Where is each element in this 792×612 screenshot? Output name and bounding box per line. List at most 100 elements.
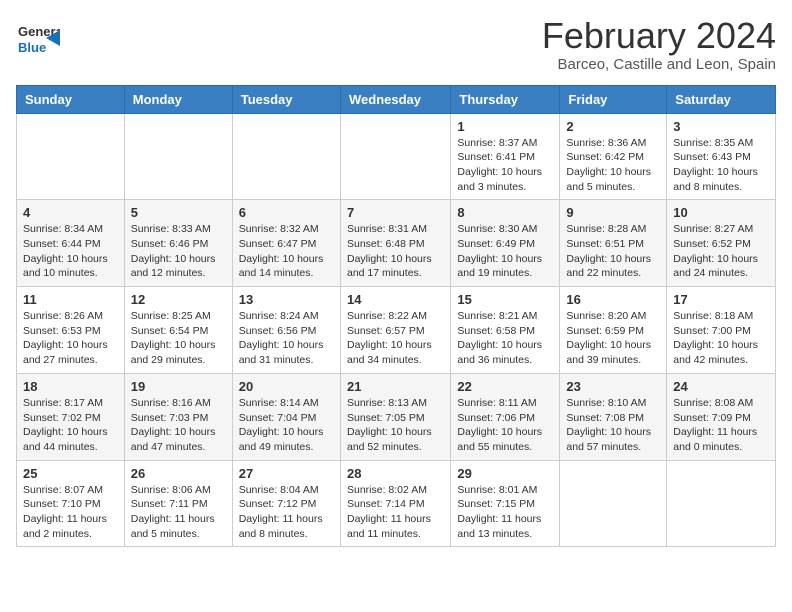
day-info: Sunrise: 8:02 AMSunset: 7:14 PMDaylight:…	[347, 483, 444, 542]
header-monday: Monday	[124, 85, 232, 113]
calendar-week-row: 25Sunrise: 8:07 AMSunset: 7:10 PMDayligh…	[17, 460, 776, 547]
day-info: Sunrise: 8:31 AMSunset: 6:48 PMDaylight:…	[347, 222, 444, 281]
header-wednesday: Wednesday	[340, 85, 450, 113]
calendar-cell	[232, 113, 340, 200]
day-number: 4	[23, 205, 118, 220]
calendar-week-row: 4 Sunrise: 8:34 AMSunset: 6:44 PMDaylight…	[17, 200, 776, 287]
svg-text:Blue: Blue	[18, 40, 46, 55]
day-number: 15	[457, 292, 553, 307]
calendar-subtitle: Barceo, Castille and Leon, Spain	[542, 56, 776, 73]
calendar-cell: 19 Sunrise: 8:16 AMSunset: 7:03 PMDayligh…	[124, 373, 232, 460]
calendar-cell: 21 Sunrise: 8:13 AMSunset: 7:05 PMDayligh…	[340, 373, 450, 460]
page-header: General Blue February 2024 Barceo, Casti…	[16, 16, 776, 73]
calendar-cell: 5Sunrise: 8:33 AMSunset: 6:46 PMDaylight…	[124, 200, 232, 287]
day-info: Sunrise: 8:35 AMSunset: 6:43 PMDaylight:…	[673, 136, 769, 195]
day-number: 9	[566, 205, 660, 220]
day-info: Sunrise: 8:14 AMSunset: 7:04 PMDaylight:…	[239, 396, 334, 455]
day-info: Sunrise: 8:22 AMSunset: 6:57 PMDaylight:…	[347, 309, 444, 368]
title-section: February 2024 Barceo, Castille and Leon,…	[542, 16, 776, 73]
calendar-cell	[667, 460, 776, 547]
calendar-cell: 4 Sunrise: 8:34 AMSunset: 6:44 PMDaylight…	[17, 200, 125, 287]
day-info: Sunrise: 8:16 AMSunset: 7:03 PMDaylight:…	[131, 396, 226, 455]
day-info: Sunrise: 8:04 AMSunset: 7:12 PMDaylight:…	[239, 483, 334, 542]
day-info: Sunrise: 8:28 AMSunset: 6:51 PMDaylight:…	[566, 222, 660, 281]
day-info: Sunrise: 8:13 AMSunset: 7:05 PMDaylight:…	[347, 396, 444, 455]
day-info: Sunrise: 8:30 AMSunset: 6:49 PMDaylight:…	[457, 222, 553, 281]
calendar-cell: 22 Sunrise: 8:11 AMSunset: 7:06 PMDayligh…	[451, 373, 560, 460]
calendar-cell: 24 Sunrise: 8:08 AMSunset: 7:09 PMDayligh…	[667, 373, 776, 460]
header-saturday: Saturday	[667, 85, 776, 113]
logo-icon: General Blue	[16, 16, 60, 60]
calendar-cell: 12Sunrise: 8:25 AMSunset: 6:54 PMDayligh…	[124, 287, 232, 374]
header-thursday: Thursday	[451, 85, 560, 113]
day-info: Sunrise: 8:21 AMSunset: 6:58 PMDaylight:…	[457, 309, 553, 368]
day-info: Sunrise: 8:32 AMSunset: 6:47 PMDaylight:…	[239, 222, 334, 281]
day-info: Sunrise: 8:01 AMSunset: 7:15 PMDaylight:…	[457, 483, 553, 542]
calendar-cell: 6 Sunrise: 8:32 AMSunset: 6:47 PMDaylight…	[232, 200, 340, 287]
day-info: Sunrise: 8:34 AMSunset: 6:44 PMDaylight:…	[23, 222, 118, 281]
calendar-cell	[560, 460, 667, 547]
calendar-cell: 17Sunrise: 8:18 AMSunset: 7:00 PMDayligh…	[667, 287, 776, 374]
day-info: Sunrise: 8:26 AMSunset: 6:53 PMDaylight:…	[23, 309, 118, 368]
calendar-cell: 2 Sunrise: 8:36 AMSunset: 6:42 PMDaylight…	[560, 113, 667, 200]
calendar-cell	[340, 113, 450, 200]
logo: General Blue	[16, 16, 60, 65]
calendar-week-row: 18Sunrise: 8:17 AMSunset: 7:02 PMDayligh…	[17, 373, 776, 460]
calendar-cell: 16 Sunrise: 8:20 AMSunset: 6:59 PMDayligh…	[560, 287, 667, 374]
calendar-cell	[124, 113, 232, 200]
day-info: Sunrise: 8:17 AMSunset: 7:02 PMDaylight:…	[23, 396, 118, 455]
calendar-cell: 10 Sunrise: 8:27 AMSunset: 6:52 PMDayligh…	[667, 200, 776, 287]
calendar-cell: 20 Sunrise: 8:14 AMSunset: 7:04 PMDayligh…	[232, 373, 340, 460]
day-number: 10	[673, 205, 769, 220]
day-info: Sunrise: 8:06 AMSunset: 7:11 PMDaylight:…	[131, 483, 226, 542]
calendar-cell: 8 Sunrise: 8:30 AMSunset: 6:49 PMDaylight…	[451, 200, 560, 287]
calendar-cell: 7 Sunrise: 8:31 AMSunset: 6:48 PMDaylight…	[340, 200, 450, 287]
day-number: 2	[566, 119, 660, 134]
day-number: 19	[131, 379, 226, 394]
calendar-cell: 3 Sunrise: 8:35 AMSunset: 6:43 PMDaylight…	[667, 113, 776, 200]
day-number: 8	[457, 205, 553, 220]
day-info: Sunrise: 8:08 AMSunset: 7:09 PMDaylight:…	[673, 396, 769, 455]
day-info: Sunrise: 8:24 AMSunset: 6:56 PMDaylight:…	[239, 309, 334, 368]
day-number: 26	[131, 466, 226, 481]
calendar-week-row: 1 Sunrise: 8:37 AMSunset: 6:41 PMDaylight…	[17, 113, 776, 200]
day-number: 6	[239, 205, 334, 220]
day-info: Sunrise: 8:20 AMSunset: 6:59 PMDaylight:…	[566, 309, 660, 368]
calendar-cell: 25Sunrise: 8:07 AMSunset: 7:10 PMDayligh…	[17, 460, 125, 547]
day-number: 7	[347, 205, 444, 220]
calendar-cell: 18Sunrise: 8:17 AMSunset: 7:02 PMDayligh…	[17, 373, 125, 460]
calendar-cell: 15 Sunrise: 8:21 AMSunset: 6:58 PMDayligh…	[451, 287, 560, 374]
calendar-cell	[17, 113, 125, 200]
day-number: 1	[457, 119, 553, 134]
day-info: Sunrise: 8:37 AMSunset: 6:41 PMDaylight:…	[457, 136, 553, 195]
calendar-title: February 2024	[542, 16, 776, 56]
day-info: Sunrise: 8:10 AMSunset: 7:08 PMDaylight:…	[566, 396, 660, 455]
day-info: Sunrise: 8:18 AMSunset: 7:00 PMDaylight:…	[673, 309, 769, 368]
calendar-cell: 29 Sunrise: 8:01 AMSunset: 7:15 PMDayligh…	[451, 460, 560, 547]
day-number: 20	[239, 379, 334, 394]
calendar-cell: 14 Sunrise: 8:22 AMSunset: 6:57 PMDayligh…	[340, 287, 450, 374]
day-number: 11	[23, 292, 118, 307]
day-number: 3	[673, 119, 769, 134]
day-number: 29	[457, 466, 553, 481]
day-info: Sunrise: 8:33 AMSunset: 6:46 PMDaylight:…	[131, 222, 226, 281]
calendar-cell: 11 Sunrise: 8:26 AMSunset: 6:53 PMDayligh…	[17, 287, 125, 374]
day-info: Sunrise: 8:27 AMSunset: 6:52 PMDaylight:…	[673, 222, 769, 281]
day-number: 27	[239, 466, 334, 481]
day-info: Sunrise: 8:36 AMSunset: 6:42 PMDaylight:…	[566, 136, 660, 195]
day-number: 14	[347, 292, 444, 307]
day-info: Sunrise: 8:07 AMSunset: 7:10 PMDaylight:…	[23, 483, 118, 542]
day-number: 24	[673, 379, 769, 394]
calendar-cell: 26 Sunrise: 8:06 AMSunset: 7:11 PMDayligh…	[124, 460, 232, 547]
calendar-cell: 13 Sunrise: 8:24 AMSunset: 6:56 PMDayligh…	[232, 287, 340, 374]
day-number: 13	[239, 292, 334, 307]
day-number: 22	[457, 379, 553, 394]
day-number: 21	[347, 379, 444, 394]
calendar-cell: 27 Sunrise: 8:04 AMSunset: 7:12 PMDayligh…	[232, 460, 340, 547]
day-info: Sunrise: 8:11 AMSunset: 7:06 PMDaylight:…	[457, 396, 553, 455]
calendar-cell: 9 Sunrise: 8:28 AMSunset: 6:51 PMDaylight…	[560, 200, 667, 287]
logo-graphic: General Blue	[16, 16, 60, 65]
calendar-header-row: SundayMondayTuesdayWednesdayThursdayFrid…	[17, 85, 776, 113]
day-number: 16	[566, 292, 660, 307]
day-number: 12	[131, 292, 226, 307]
